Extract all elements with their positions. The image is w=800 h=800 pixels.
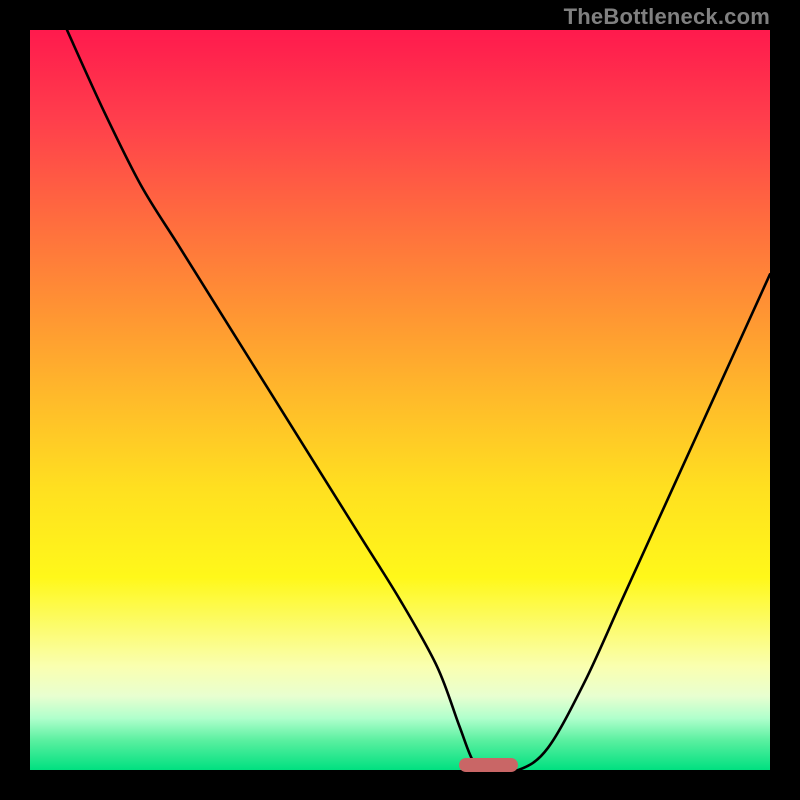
plot-area [30, 30, 770, 770]
optimal-range-marker [459, 758, 518, 772]
bottleneck-curve [30, 30, 770, 770]
chart-frame: TheBottleneck.com [0, 0, 800, 800]
watermark-text: TheBottleneck.com [564, 4, 770, 30]
